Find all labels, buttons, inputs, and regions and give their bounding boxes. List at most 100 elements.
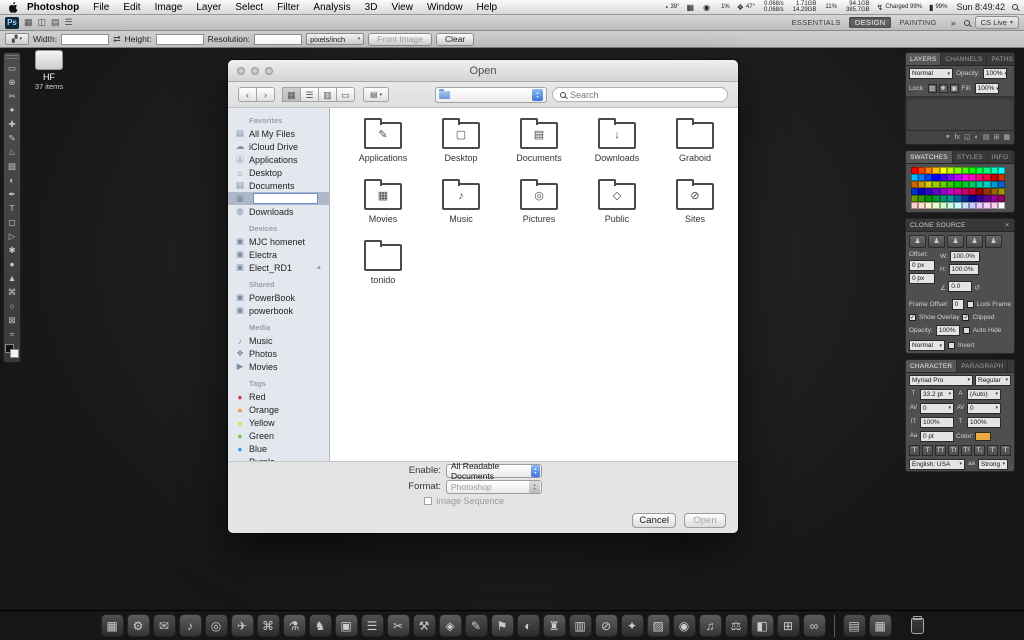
color-swatch[interactable] [910,188,918,195]
color-swatch[interactable] [925,188,933,195]
font-family-select[interactable]: Myriad Pro [909,374,973,386]
color-swatch[interactable] [983,188,991,195]
color-swatch[interactable] [990,195,999,202]
vertical-scale-input[interactable]: 100% [920,416,954,428]
sidebar-item[interactable]: ▣ Electra [228,248,329,261]
dock-app-icon[interactable]: ▣ [334,614,358,637]
sidebar-item[interactable]: ● Blue [228,442,329,455]
tool-button[interactable]: ▲ [5,271,19,285]
file-item[interactable]: ⊘ Sites [656,177,734,238]
image-sequence-checkbox[interactable] [424,496,432,505]
lock-icon[interactable]: ▨ [927,84,937,93]
workspace-button[interactable]: PAINTING [893,17,942,28]
color-swatch[interactable] [990,181,999,188]
blend-mode-select[interactable]: Normal [909,68,953,79]
tool-button[interactable]: ⌘ [5,285,19,299]
color-swatch[interactable] [939,181,947,188]
dock-app-icon[interactable]: ♜ [542,614,566,637]
dock-app-icon[interactable]: ☰ [360,614,384,637]
panel-tab[interactable]: PARAGRAPH [957,360,1009,372]
menu-item[interactable]: Photoshop [20,0,86,15]
menu-item[interactable]: Layer [189,0,228,15]
height-scale-input[interactable]: 100.0% [948,264,979,275]
sidebar-item[interactable]: ● Green [228,429,329,442]
color-swatch[interactable] [976,188,984,195]
color-swatch[interactable] [946,202,955,209]
panel-tab[interactable]: CHARACTER [906,360,958,372]
file-item[interactable]: ▢ Desktop [422,116,500,177]
color-swatch[interactable] [968,181,977,188]
color-swatch[interactable] [998,181,1006,188]
menu-item[interactable]: Filter [270,0,306,15]
tool-button[interactable]: ✱ [5,243,19,257]
status-item[interactable]: 1% [719,4,730,10]
dock-app-icon[interactable]: ♫ [698,614,722,637]
dock-app-icon[interactable]: ◈ [438,614,462,637]
clone-source-button[interactable]: ♟ [947,235,964,248]
file-item[interactable]: ▦ Movies [344,177,422,238]
apple-menu-icon[interactable] [6,1,20,13]
action-menu-button[interactable]: ▤ [363,87,389,102]
panel-tab[interactable]: STYLES [953,151,988,163]
clipped-checkbox[interactable]: ✓ [962,314,970,321]
offset-y-input[interactable]: 0 px [909,273,935,284]
workspace-button[interactable]: DESIGN [848,17,892,28]
color-swatch[interactable] [925,202,933,209]
clone-source-button[interactable]: ♟ [909,235,926,248]
height-input[interactable] [155,33,204,45]
rotation-input[interactable]: 0.0 [948,280,973,292]
fill-input[interactable]: 100% [974,83,999,94]
color-swatch[interactable] [998,174,1006,181]
color-swatch[interactable] [954,181,962,188]
color-swatch[interactable] [968,174,977,181]
dock-app-icon[interactable]: ⚒ [412,614,436,637]
dock-app-icon[interactable]: ✎ [464,614,488,637]
width-scale-input[interactable]: 100.0% [949,251,980,262]
forward-button[interactable]: › [256,87,275,102]
appbar-tool-icon[interactable]: ▦ [24,17,33,28]
format-select[interactable]: Photoshop [446,479,542,494]
color-swatch[interactable] [976,167,984,174]
status-item[interactable]: 94.1GB 385.7GB [844,1,870,13]
sidebar-item[interactable]: ▣ PowerBook [228,291,329,304]
color-swatch[interactable] [961,167,969,174]
menu-item[interactable]: Image [148,0,190,15]
search-field[interactable] [552,87,728,102]
file-item[interactable]: ◇ Public [578,177,656,238]
menu-item[interactable]: Analysis [306,0,357,15]
clone-blend-select[interactable]: Normal [909,340,945,351]
dock-app-icon[interactable]: ▥ [568,614,592,637]
color-swatch[interactable] [990,188,999,195]
color-swatch[interactable] [968,188,977,195]
color-swatch[interactable] [968,202,977,209]
opacity-input[interactable]: 100% [982,68,1007,79]
frame-offset-input[interactable]: 0 [951,299,964,310]
file-item[interactable]: tonido [344,238,422,299]
zoom-window-button[interactable] [265,67,273,75]
rename-input[interactable] [253,193,318,204]
type-style-button[interactable]: T [909,444,920,456]
color-swatch[interactable] [961,174,969,181]
desktop-icon-hf[interactable]: HF 37 items [26,50,72,91]
view-mode-button[interactable]: ▥ [318,87,337,102]
appbar-tool-icon[interactable]: ▤ [51,17,60,28]
color-swatch[interactable] [946,174,955,181]
back-button[interactable]: ‹ [238,87,257,102]
cs-live-button[interactable]: CS Live [974,16,1019,29]
antialias-select[interactable]: Strong [978,458,1008,470]
view-mode-button[interactable]: ▭ [336,87,355,102]
sidebar-item[interactable]: ● Orange [228,403,329,416]
sidebar-item[interactable]: ♪ Music [228,334,329,347]
dock-app-icon[interactable]: ⚗ [282,614,306,637]
clear-button[interactable]: Clear [435,32,475,46]
color-swatch[interactable] [917,202,926,209]
color-swatch[interactable] [932,188,940,195]
color-swatch[interactable] [990,167,999,174]
menu-item[interactable]: Window [420,0,470,15]
close-icon[interactable] [1005,222,1010,229]
open-button[interactable]: Open [684,512,726,528]
color-swatch[interactable] [998,202,1006,209]
layers-action-icon[interactable]: ▦ [1003,133,1010,142]
sidebar-item[interactable]: Tags [228,377,329,390]
color-swatch[interactable] [954,188,962,195]
